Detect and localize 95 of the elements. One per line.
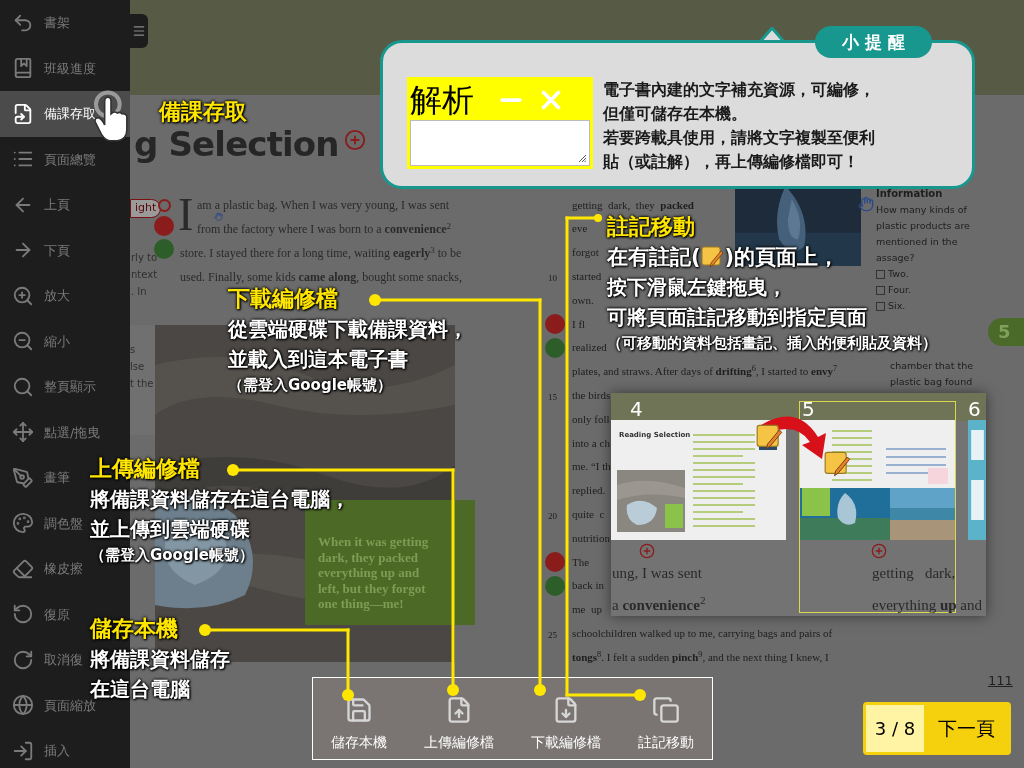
sidebar-item[interactable]: 調色盤 [0,500,85,546]
callout-text: )的頁面上， [724,244,840,271]
text-line: only foll [572,411,610,427]
sidebar-item[interactable]: 書架 [0,0,72,46]
sidebar-item[interactable]: 點選/拖曳 [0,409,103,455]
callout-title: 註記移動 [607,213,695,241]
tip-text-line: 但僅可儲存在本機。 [603,103,748,125]
text-line: own. [572,292,594,308]
sidebar-item[interactable]: 上頁 [0,182,72,228]
text-line: into a ch [572,435,610,451]
toolbar-button[interactable]: 註記移動 [635,696,696,753]
callout-text: 在這台電腦 [90,676,190,701]
sidebar-item[interactable]: 縮小 [0,318,72,364]
sidebar-item[interactable]: 插入 [0,728,72,768]
step-counter: 3 / 8 [866,705,924,752]
question-line: plastic bag found [890,375,974,389]
toolbar-button[interactable]: 上傳編修檔 [422,696,497,753]
text-line: quite c [572,507,605,522]
tip-text-line: 電子書內建的文字補充資源，可編修， [603,79,875,101]
callout-text: 從雲端硬碟下載備課資料， [228,316,468,343]
question-line: mentioned in the [876,235,959,249]
line-number: 25 [548,630,557,641]
page-title: g Selection [134,124,339,164]
page-label: 6 [968,398,981,420]
callout-text: 可將頁面註記移動到指定頁面 [607,304,867,331]
question-line: assage? [876,251,916,265]
sidebar-item[interactable]: 取消復 [0,637,85,683]
text-line: me up [572,602,602,618]
text-line: the birds [572,388,611,403]
question-line: plastic products are [876,219,971,233]
question-line: How many kinds of [876,203,968,217]
page-number: 111 [988,672,1013,690]
text-fragment: s [130,343,137,356]
toolbar-button[interactable]: 下載編修檔 [528,696,603,753]
note-title: 解析 [410,80,474,120]
callout-title: 儲存本機 [90,615,178,643]
tip-text-line: 貼（或註解），再上傳編修檔即可！ [603,151,860,173]
text-line: schoolchildren walked up to me, carrying bags and pairs of [572,626,833,641]
sidebar-item[interactable]: 頁面總覽 [0,136,98,182]
line-number: 10 [548,273,557,284]
callout-title: 下載編修檔 [228,285,338,313]
text-line: getting dark, [872,564,957,583]
text-fragment: rly to [131,251,158,265]
option-label: Six. [888,299,906,313]
text-line: ung, I was sent [612,564,703,583]
page-label: 4 [630,398,643,420]
next-page-button[interactable]: 下一頁 [924,705,1008,752]
page-label: 5 [802,398,815,420]
text-line: nutrition [572,530,610,546]
sidebar-item[interactable]: 下頁 [0,227,72,273]
drop-cap: I [178,192,194,238]
sidebar-item[interactable]: 整頁顯示 [0,364,98,410]
tip-text-line: 若要跨載具使用，請將文字複製至便利 [603,127,875,149]
text-line: The [572,554,590,570]
callout-title: 備課存取 [159,100,247,124]
callout-text: 並上傳到雲端硬碟 [90,516,250,543]
callout-note: （需登入Google帳號） [228,375,392,396]
text-line: getting dark, they packed [572,197,694,213]
line-number: 15 [548,392,557,403]
text-line: forgot [572,245,599,261]
text-line: plates, and straws. After days of drifting$^{6}$, I started to envy$^{7}$ [572,363,838,380]
text-line: a convenience$^{2}$ [612,593,706,615]
line-number: 20 [548,511,557,522]
text-line: eve [572,221,588,237]
toolbar-button[interactable]: 儲存本機 [329,696,390,753]
text-line: back in [572,578,605,594]
callout-text: 按下滑鼠左鍵拖曳， [607,274,787,301]
sidebar-item[interactable]: 班級進度 [0,45,98,91]
note-widget[interactable]: 解析 [407,77,593,169]
callout-note: （需登入Google帳號） [90,545,254,566]
text-line: started [572,269,602,285]
callout-text: 並載入到這本電子書 [228,346,408,373]
text-fragment: lse [130,360,146,373]
sidebar-item[interactable]: 復原 [0,591,72,637]
paragraph-line: used. Finally, some kids came along, bought some snacks, [180,269,462,285]
text-line: replied. [572,483,606,499]
information-heading: Information [876,187,944,201]
tip-badge: 小 提 醒 [815,26,932,58]
text-line: me. “I th [572,459,611,475]
callout-note: （可移動的資料包括畫記、插入的便利貼及資料） [607,333,937,354]
option-label: Two. [888,267,909,281]
text-line: tongs$^{8}$. I felt a sudden pinch$^{9}$, and the next thing I knew, I [572,648,829,665]
sidebar-item[interactable]: 橡皮擦 [0,546,85,592]
text-fragment: t the [130,377,155,390]
sidebar-item[interactable]: 畫筆 [0,455,72,501]
callout-text: 在有註記( [607,244,701,271]
callout-text: 將備課資料儲存 [90,646,230,673]
text-line: realized [572,340,607,356]
option-label: Four. [888,283,911,297]
tag: ight [130,199,162,218]
text-line: I fl [572,316,586,332]
sidebar-item[interactable]: 放大 [0,273,72,319]
text-fragment: ntext [131,268,158,282]
question-line: chamber that the [890,359,975,373]
callout-title: 上傳編修檔 [90,455,200,483]
